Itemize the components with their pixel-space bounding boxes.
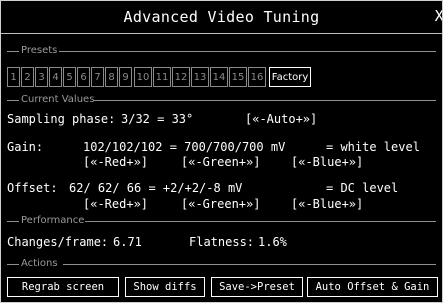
gain-green-control[interactable]: [«-Green+»] — [181, 155, 260, 169]
actions-rule-left — [7, 264, 19, 265]
preset-button-1[interactable]: 1 — [7, 67, 20, 87]
offset-value: 62/ 62/ 66 = +2/+2/-8 mV — [69, 181, 243, 195]
close-icon[interactable]: X — [435, 7, 442, 25]
gain-value: 102/102/102 = 700/700/700 mV — [83, 140, 286, 154]
sampling-phase-label: Sampling phase: — [7, 112, 116, 126]
presets-rule-right — [59, 51, 436, 52]
current-values-rule-left — [7, 100, 19, 101]
title-bar: Advanced Video Tuning X — [1, 1, 442, 34]
flatness-value: 1.6% — [258, 235, 287, 249]
gain-red-control[interactable]: [«-Red+»] — [83, 155, 148, 169]
performance-rule-right — [85, 221, 436, 222]
save-preset-button[interactable]: Save->Preset — [211, 277, 303, 297]
offset-label: Offset: — [7, 181, 58, 195]
actions-legend: Actions — [21, 258, 58, 269]
flatness-label: Flatness: — [189, 235, 255, 249]
gain-note: = white level — [326, 140, 420, 154]
presets-rule-left — [7, 51, 19, 52]
preset-button-3[interactable]: 3 — [35, 67, 48, 87]
current-values-legend: Current Values — [21, 94, 95, 105]
preset-button-9[interactable]: 9 — [119, 67, 132, 87]
factory-preset-button[interactable]: Factory — [269, 67, 311, 87]
offset-green-control[interactable]: [«-Green+»] — [181, 197, 260, 211]
auto-offset-gain-button[interactable]: Auto Offset & Gain — [307, 277, 438, 297]
performance-legend: Performance — [21, 215, 85, 226]
offset-blue-control[interactable]: [«-Blue+»] — [291, 197, 363, 211]
changes-per-frame-value: 6.71 — [113, 235, 142, 249]
regrab-screen-button[interactable]: Regrab screen — [7, 277, 119, 297]
sampling-phase-value: 3/32 = 33° — [121, 112, 194, 126]
advanced-video-tuning-window: Advanced Video Tuning X Presets 1 2 3 4 … — [0, 0, 443, 303]
preset-button-10[interactable]: 10 — [134, 67, 152, 87]
preset-button-15[interactable]: 15 — [229, 67, 247, 87]
preset-button-14[interactable]: 14 — [210, 67, 228, 87]
preset-button-7[interactable]: 7 — [91, 67, 104, 87]
performance-rule-left — [7, 221, 19, 222]
preset-button-2[interactable]: 2 — [21, 67, 34, 87]
gain-blue-control[interactable]: [«-Blue+»] — [291, 155, 363, 169]
preset-button-6[interactable]: 6 — [77, 67, 90, 87]
preset-button-12[interactable]: 12 — [172, 67, 190, 87]
show-diffs-button[interactable]: Show diffs — [125, 277, 205, 297]
window-title: Advanced Video Tuning — [123, 8, 320, 26]
changes-per-frame-label: Changes/frame: — [7, 235, 109, 249]
preset-button-13[interactable]: 13 — [191, 67, 209, 87]
preset-button-16[interactable]: 16 — [248, 67, 266, 87]
offset-red-control[interactable]: [«-Red+»] — [83, 197, 148, 211]
actions-rule-right — [63, 264, 436, 265]
preset-button-4[interactable]: 4 — [49, 67, 62, 87]
preset-button-11[interactable]: 11 — [153, 67, 171, 87]
preset-button-8[interactable]: 8 — [105, 67, 118, 87]
presets-legend: Presets — [21, 45, 58, 56]
current-values-rule-right — [93, 100, 436, 101]
preset-button-5[interactable]: 5 — [63, 67, 76, 87]
gain-label: Gain: — [7, 140, 44, 154]
sampling-auto-control[interactable]: [«-Auto+»] — [245, 112, 317, 126]
offset-note: = DC level — [326, 181, 399, 195]
